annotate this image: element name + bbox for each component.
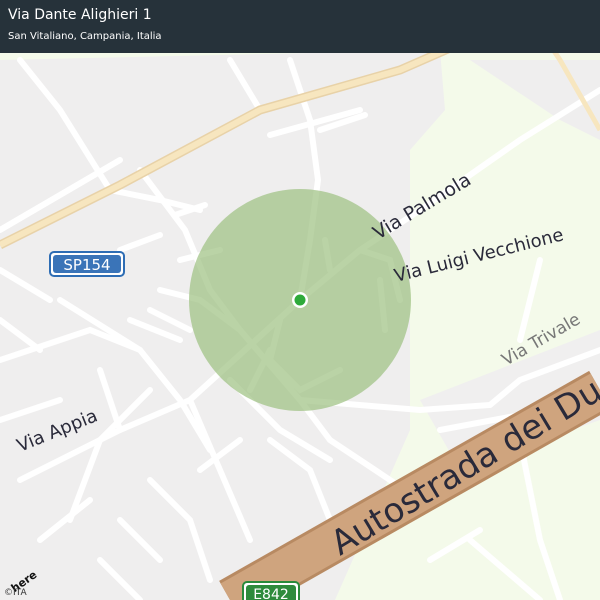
road-shield-sp154-label: SP154 [63, 256, 110, 274]
road-shield-e842: E842 [242, 581, 300, 600]
location-title: Via Dante Alighieri 1 [8, 7, 152, 23]
map-canvas[interactable]: Via Palmola Via Luigi Vecchione Via Appi… [0, 0, 600, 600]
road-shield-sp154: SP154 [49, 251, 125, 277]
map-attribution[interactable]: ©ITA [4, 588, 27, 598]
location-header: Via Dante Alighieri 1 San Vitaliano, Cam… [0, 0, 600, 53]
location-marker-center [294, 294, 306, 306]
location-subtitle: San Vitaliano, Campania, Italia [8, 31, 162, 42]
road-shield-e842-label: E842 [253, 587, 289, 600]
